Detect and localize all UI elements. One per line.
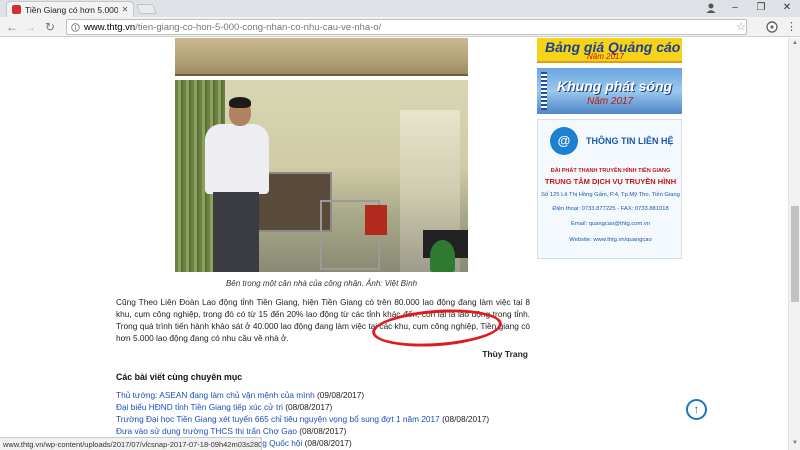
banner-year: Năm 2017 (587, 96, 634, 107)
restore-icon[interactable]: ❐ (748, 0, 774, 15)
window-close-icon[interactable]: ✕ (774, 0, 800, 15)
image-caption: Bên trong một căn nhà của công nhân. Ảnh… (225, 279, 418, 288)
article-date: (08/08/2017) (299, 426, 347, 436)
contact-org: ĐÀI PHÁT THANH TRUYỀN HÌNH TIỀN GIANG (550, 168, 671, 174)
page-viewport: Bên trong một căn nhà của công nhân. Ảnh… (0, 38, 788, 450)
scroll-up-icon[interactable]: ▲ (791, 40, 799, 48)
contact-center: TRUNG TÂM DỊCH VỤ TRUYỀN HÌNH (544, 177, 677, 186)
forward-button[interactable]: → (22, 19, 38, 35)
scroll-down-icon[interactable]: ▼ (791, 440, 799, 448)
article-date: (08/08/2017) (442, 414, 490, 424)
article-date: (08/08/2017) (304, 438, 352, 448)
list-item: Đại biểu HĐND tỉnh Tiền Giang tiếp xúc c… (116, 401, 536, 413)
contact-phone: Điện thoại: 0733.877225 - FAX: 0733.8810… (552, 206, 669, 212)
status-bar-url: www.thtg.vn/wp-content/uploads/2017/07/v… (0, 437, 262, 450)
page-info-icon[interactable] (71, 22, 80, 32)
contact-email: Email: quangcao@thtg.com.vn (570, 221, 651, 227)
address-bar[interactable]: www.thtg.vn/tien-giang-co-hon-5-000-cong… (66, 19, 747, 35)
broadcast-schedule-banner[interactable]: Khung phát sóng Năm 2017 (537, 68, 682, 114)
email-phone-icon: @ (550, 127, 578, 155)
contact-info-banner[interactable]: @ THÔNG TIN LIÊN HỆ ĐÀI PHÁT THANH TRUYỀ… (537, 119, 682, 259)
banner-title: Khung phát sóng (557, 78, 673, 94)
contact-title: THÔNG TIN LIÊN HỆ (586, 136, 674, 146)
banner-year: Năm 2017 (587, 52, 624, 61)
profile-icon[interactable] (705, 2, 717, 14)
extension-icon[interactable] (766, 21, 778, 33)
related-article-link[interactable]: Trường Đại học Tiền Giang xét tuyển 665 … (116, 414, 440, 424)
bookmark-star-icon[interactable]: ☆ (736, 20, 746, 33)
close-tab-icon[interactable]: ✕ (121, 5, 129, 14)
related-article-link[interactable]: Đưa vào sử dụng trường THCS thị trấn Chợ… (116, 426, 297, 436)
article-image-top (175, 38, 468, 76)
contact-website: Website: www.thtg.vn/quangcao (569, 237, 652, 243)
browser-menu-icon[interactable]: ⋮ (786, 20, 797, 33)
contact-address: Số 125 Lê Thị Hồng Gấm, P.4, Tp.Mỹ Tho, … (541, 192, 680, 198)
related-article-link[interactable]: Thủ tướng: ASEAN đang làm chủ vận mệnh c… (116, 390, 315, 400)
new-tab-button[interactable] (136, 4, 157, 14)
browser-tab[interactable]: Tiền Giang có hơn 5.000 ✕ (6, 1, 134, 17)
site-favicon-icon (12, 5, 21, 14)
related-article-link[interactable]: Đại biểu HĐND tỉnh Tiền Giang tiếp xúc c… (116, 402, 283, 412)
article-date: (08/08/2017) (285, 402, 333, 412)
list-item: Trường Đại học Tiền Giang xét tuyển 665 … (116, 413, 536, 425)
tab-title: Tiền Giang có hơn 5.000 (25, 4, 118, 15)
reload-button[interactable]: ↻ (42, 19, 58, 35)
article-author: Thùy Trang (482, 349, 528, 359)
scrollbar-thumb[interactable] (791, 206, 799, 302)
related-articles-heading: Các bài viết cùng chuyên mục (116, 372, 243, 382)
url-domain: www.thtg.vn (84, 21, 136, 33)
price-list-banner[interactable]: Bảng giá Quảng cáo Năm 2017 (537, 38, 682, 63)
browser-toolbar: ← → ↻ www.thtg.vn/tien-giang-co-hon-5-00… (0, 17, 800, 37)
page-scrollbar[interactable]: ▲ ▼ (788, 38, 800, 450)
scroll-to-top-button[interactable]: ↑ (686, 399, 707, 420)
back-button[interactable]: ← (4, 19, 20, 35)
minimize-icon[interactable]: – (722, 0, 748, 15)
url-path: /tien-giang-co-hon-5-000-cong-nhan-co-nh… (135, 21, 382, 33)
list-item: Đưa vào sử dụng trường THCS thị trấn Chợ… (116, 425, 536, 437)
article-date: (09/08/2017) (317, 390, 365, 400)
article-image-worker-house[interactable] (175, 80, 468, 272)
list-item: Thủ tướng: ASEAN đang làm chủ vận mệnh c… (116, 389, 536, 401)
tab-strip: Tiền Giang có hơn 5.000 ✕ – ❐ ✕ (0, 0, 800, 17)
